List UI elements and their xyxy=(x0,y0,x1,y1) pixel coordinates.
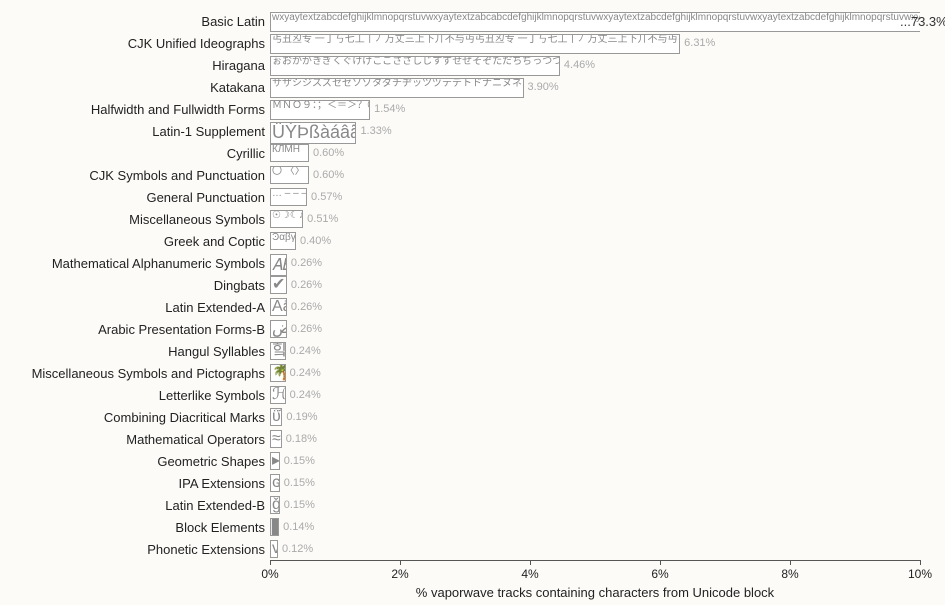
x-tick xyxy=(400,560,401,565)
x-tick xyxy=(790,560,791,565)
bar: 힠킵 xyxy=(270,342,286,360)
bar: ÜÝÞßàáâãäå xyxy=(270,122,356,144)
category-label: CJK Symbols and Punctuation xyxy=(89,168,265,183)
bar-value-label: 0.24% xyxy=(290,367,321,379)
bar-value-label: 0.15% xyxy=(284,499,315,511)
bar: ☉☽☾♪ xyxy=(270,210,303,228)
bar-value-label: 0.60% xyxy=(313,169,344,181)
x-tick xyxy=(530,560,531,565)
bar: Āā xyxy=(270,298,287,316)
bar: 𝐴𝐵 xyxy=(270,254,287,276)
bar-value-label: 0.60% xyxy=(313,147,344,159)
bar-value-label: 4.46% xyxy=(564,59,595,71)
bar: ▇ xyxy=(270,518,279,536)
bar: ▸ xyxy=(270,452,280,470)
category-label: Cyrillic xyxy=(227,146,265,161)
bar-value-label: 0.24% xyxy=(290,345,321,357)
category-label: Mathematical Operators xyxy=(126,432,265,447)
bar: ɢ xyxy=(270,474,280,492)
category-label: Latin Extended-A xyxy=(165,300,265,315)
bar-value-label: 0.26% xyxy=(291,301,322,313)
category-label: Hangul Syllables xyxy=(168,344,265,359)
bar-value-label: 1.33% xyxy=(360,125,391,137)
bar: 丐丑丒专 一丁丂七丄丅丆万丈三上下丌不与丏丐丑丒专 一丁丂七丄丅丆万丈三上下丌不… xyxy=(270,34,680,54)
bar: wxyaytextzabcdefghijklmnopqrstuvwxyaytex… xyxy=(270,12,920,32)
category-label: Katakana xyxy=(210,80,265,95)
x-tick-label: 0% xyxy=(261,567,278,581)
bar: ＭＮＯ９：；＜＝＞？＠ＡＢＣＤＥＦＧＨＩＪＫＬＭＮＯ ｇｈｉＳＴＵＶＷＸＹＺ［＼… xyxy=(270,100,370,120)
category-label: Latin-1 Supplement xyxy=(152,124,265,139)
bar-value-label: 3.90% xyxy=(528,81,559,93)
bar-value-label: 0.24% xyxy=(290,389,321,401)
bar-value-label: 0.26% xyxy=(291,323,322,335)
unicode-block-bar-chart: Basic Latin wxyaytextzabcdefghijklmnopqrs… xyxy=(0,0,945,605)
bar: ῢ᷇ xyxy=(270,408,282,426)
x-tick-label: 8% xyxy=(781,567,798,581)
bar: КЛМН xyxy=(270,144,309,162)
bar: ℋ xyxy=(270,386,286,404)
x-tick-label: 4% xyxy=(521,567,538,581)
category-label: Block Elements xyxy=(175,520,265,535)
category-label: Hiragana xyxy=(212,58,265,73)
category-label: IPA Extensions xyxy=(179,476,265,491)
bar-value-label: 0.15% xyxy=(284,477,315,489)
bar-value-label: 0.57% xyxy=(311,191,342,203)
x-axis xyxy=(270,560,920,561)
category-label: Arabic Presentation Forms-B xyxy=(98,322,265,337)
x-tick-label: 2% xyxy=(391,567,408,581)
bar-value-label: 0.12% xyxy=(282,543,313,555)
category-label: CJK Unified Ideographs xyxy=(128,36,265,51)
bar: ᴠ xyxy=(270,540,278,558)
bar-value-label: 0.26% xyxy=(291,279,322,291)
bar-value-label: ...73.3% xyxy=(900,14,945,29)
bar-value-label: 0.40% xyxy=(300,235,331,247)
bar-value-label: 0.14% xyxy=(283,521,314,533)
category-label: Geometric Shapes xyxy=(157,454,265,469)
bar-value-label: 1.54% xyxy=(374,103,405,115)
bar-value-label: 0.26% xyxy=(291,257,322,269)
bar: ≈ xyxy=(270,430,282,448)
category-label: Letterlike Symbols xyxy=(159,388,265,403)
category-label: Combining Diacritical Marks xyxy=(104,410,265,425)
bar: ✔✓ xyxy=(270,276,287,294)
bar: ǧ xyxy=(270,496,280,514)
bar: サザシジスズセゼソゾタダチヂッツヅテデトドナニヌネノハバパ ホボポマミムメモャヤ… xyxy=(270,78,524,98)
bar: 〇 〈〉 《》 ～ xyxy=(270,166,309,184)
category-label: General Punctuation xyxy=(146,190,265,205)
x-tick-label: 6% xyxy=(651,567,668,581)
bar-value-label: 0.19% xyxy=(286,411,317,423)
bar-value-label: 0.51% xyxy=(307,213,338,225)
x-tick-label: 10% xyxy=(908,567,932,581)
x-axis-label: % vaporwave tracks containing characters… xyxy=(270,585,920,600)
bar: … ‒ – — xyxy=(270,188,307,206)
category-label: Mathematical Alphanumeric Symbols xyxy=(52,256,265,271)
bar-value-label: 0.15% xyxy=(284,455,315,467)
category-label: Miscellaneous Symbols xyxy=(129,212,265,227)
bar-value-label: 0.18% xyxy=(286,433,317,445)
category-label: Basic Latin xyxy=(201,14,265,29)
x-tick xyxy=(270,560,271,565)
bar-value-label: 6.31% xyxy=(684,37,715,49)
bar: ﺽ xyxy=(270,320,287,338)
x-tick xyxy=(920,560,921,565)
bar: Ͽαβγδε ΜϻσϽϾ xyxy=(270,232,296,250)
category-label: Halfwidth and Fullwidth Forms xyxy=(91,102,265,117)
bar: ぉおかがきぎくぐけげこごさざしじすずせぜそぞただちぢっつづ のはばぱひびぴふぶぷ… xyxy=(270,56,560,76)
x-tick xyxy=(660,560,661,565)
category-label: Miscellaneous Symbols and Pictographs xyxy=(32,366,265,381)
category-label: Dingbats xyxy=(214,278,265,293)
bar: 🌴🌊 xyxy=(270,364,286,382)
category-label: Phonetic Extensions xyxy=(147,542,265,557)
category-label: Latin Extended-B xyxy=(165,498,265,513)
category-label: Greek and Coptic xyxy=(164,234,265,249)
